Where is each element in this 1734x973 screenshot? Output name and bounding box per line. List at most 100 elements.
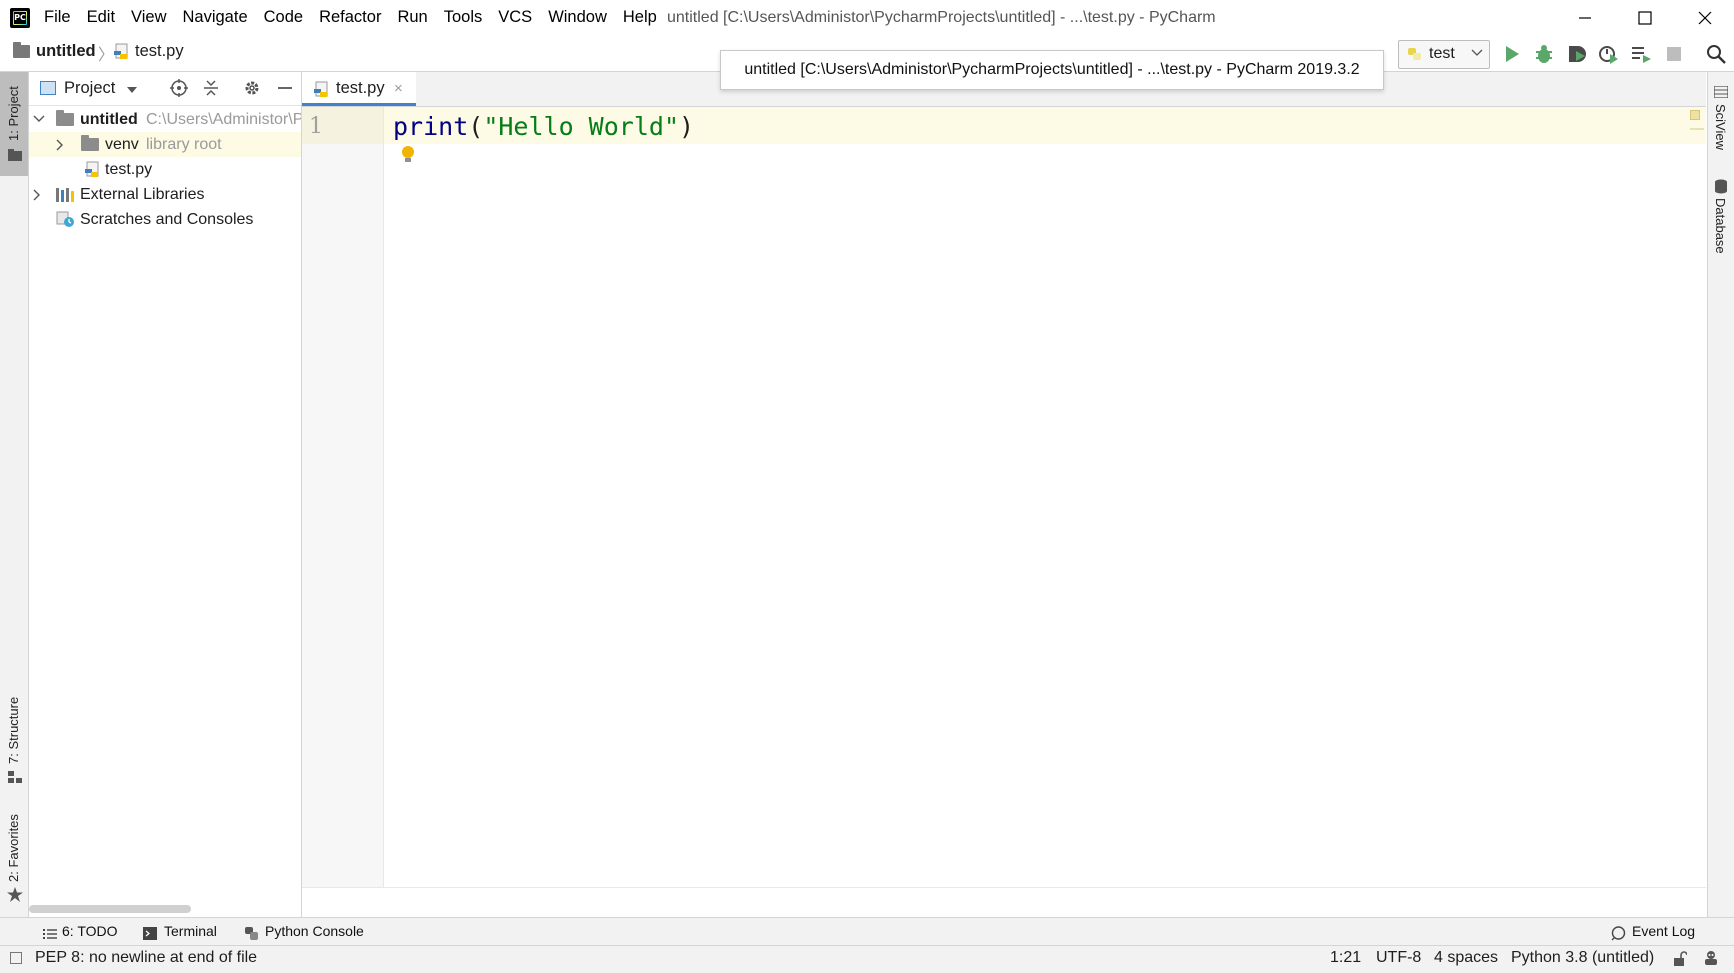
- inspection-warning-icon[interactable]: [1690, 110, 1700, 120]
- bottom-tool-window-bar: [0, 917, 1734, 946]
- python-file-icon: [85, 161, 99, 177]
- window-title-tooltip: untitled [C:\Users\Administor\PycharmPro…: [720, 50, 1384, 90]
- code-function-token: print: [393, 112, 469, 141]
- concurrency-diagram-icon[interactable]: [1630, 43, 1652, 65]
- project-view-icon: [40, 81, 56, 95]
- tree-item-external-libraries[interactable]: External Libraries: [29, 182, 301, 207]
- python-icon: [1408, 48, 1421, 60]
- menu-vcs[interactable]: VCS: [498, 8, 532, 27]
- title-bar: File Edit View Navigate Code Refactor Ru…: [0, 0, 1734, 35]
- breadcrumb-separator: 〉: [98, 47, 115, 64]
- python-file-icon: [314, 81, 328, 97]
- library-icon: [56, 188, 74, 202]
- menu-window[interactable]: Window: [548, 8, 607, 27]
- tree-item-hint: library root: [146, 136, 222, 153]
- tree-item-test-py[interactable]: test.py: [29, 157, 301, 182]
- chevron-down-icon[interactable]: [126, 86, 138, 94]
- database-tool-label[interactable]: Database: [1713, 198, 1728, 254]
- status-message[interactable]: PEP 8: no newline at end of file: [35, 949, 257, 967]
- search-everywhere-icon[interactable]: [1705, 43, 1727, 65]
- menu-navigate[interactable]: Navigate: [183, 8, 248, 27]
- tree-item-path: C:\Users\Administor\PycharmProjects\unti…: [146, 111, 301, 128]
- maximize-button[interactable]: [1616, 0, 1674, 35]
- collapse-all-icon[interactable]: [202, 79, 220, 97]
- menu-code[interactable]: Code: [264, 8, 303, 27]
- python-console-tool-button[interactable]: Python Console: [265, 923, 364, 939]
- tree-item-scratches[interactable]: Scratches and Consoles: [29, 207, 301, 232]
- star-icon: [7, 887, 23, 902]
- inspector-icon[interactable]: [1703, 950, 1719, 966]
- scratches-icon: [56, 211, 74, 227]
- close-window-button[interactable]: [1676, 0, 1734, 35]
- tree-item-label: venv: [105, 136, 139, 153]
- python-console-icon: [245, 927, 258, 940]
- folder-icon: [8, 149, 22, 161]
- python-interpreter[interactable]: Python 3.8 (untitled): [1511, 949, 1654, 967]
- breadcrumb-project[interactable]: untitled: [36, 42, 96, 61]
- run-with-coverage-icon[interactable]: [1565, 43, 1587, 65]
- chevron-right-icon[interactable]: [55, 139, 65, 151]
- tree-item-label: External Libraries: [80, 186, 205, 203]
- run-configuration-label: test: [1429, 45, 1455, 62]
- close-icon: [1698, 11, 1712, 24]
- editor-gutter: [302, 107, 384, 887]
- menu-help[interactable]: Help: [623, 8, 657, 27]
- menu-run[interactable]: Run: [397, 8, 427, 27]
- tree-item-label: Scratches and Consoles: [80, 211, 254, 228]
- tree-item-venv[interactable]: venv library root: [29, 132, 301, 157]
- chevron-right-icon[interactable]: [32, 189, 42, 201]
- code-string-token: "Hello World": [483, 112, 679, 141]
- project-view-selector[interactable]: Project: [64, 79, 115, 98]
- profile-icon[interactable]: [1597, 43, 1619, 65]
- project-horizontal-scrollbar[interactable]: [29, 905, 191, 913]
- hide-panel-icon[interactable]: [276, 79, 294, 97]
- debug-icon[interactable]: [1533, 43, 1555, 65]
- todo-list-icon: [43, 929, 57, 939]
- run-configuration-selector[interactable]: test: [1398, 40, 1490, 69]
- file-encoding[interactable]: UTF-8: [1376, 949, 1421, 967]
- tree-item-untitled[interactable]: untitled C:\Users\Administor\PycharmProj…: [29, 107, 301, 132]
- window-title: untitled [C:\Users\Administor\PycharmPro…: [667, 9, 1216, 26]
- minimize-icon: [1579, 16, 1591, 19]
- folder-icon: [81, 135, 99, 151]
- maximize-icon: [1638, 10, 1652, 25]
- indent-setting[interactable]: 4 spaces: [1434, 949, 1498, 967]
- event-log-tool-button[interactable]: Event Log: [1632, 923, 1695, 939]
- left-tool-window-strip: [0, 72, 29, 917]
- locate-file-icon[interactable]: [170, 79, 188, 97]
- favorites-tool-label[interactable]: 2: Favorites: [6, 814, 21, 882]
- gear-icon[interactable]: [243, 79, 261, 97]
- terminal-tool-button[interactable]: Terminal: [164, 923, 217, 939]
- caret-position[interactable]: 1:21: [1330, 949, 1361, 967]
- sciview-icon: [1714, 86, 1728, 98]
- close-tab-icon[interactable]: ×: [394, 80, 403, 97]
- toggle-tool-windows-icon[interactable]: [10, 952, 22, 964]
- unlock-icon[interactable]: [1673, 951, 1687, 967]
- menu-edit[interactable]: Edit: [87, 8, 115, 27]
- menu-tools[interactable]: Tools: [444, 8, 483, 27]
- editor-bottom-area: [302, 887, 1706, 918]
- chevron-down-icon[interactable]: [33, 114, 45, 124]
- menu-view[interactable]: View: [131, 8, 166, 27]
- code-line[interactable]: print("Hello World"): [393, 112, 694, 141]
- intention-bulb-icon[interactable]: [402, 146, 414, 162]
- editor-tab-label: test.py: [336, 79, 385, 97]
- database-icon: [1715, 179, 1727, 194]
- chevron-down-icon: [1471, 49, 1483, 56]
- breadcrumb-file[interactable]: test.py: [135, 42, 184, 61]
- menu-refactor[interactable]: Refactor: [319, 8, 381, 27]
- sciview-tool-label[interactable]: SciView: [1713, 104, 1728, 150]
- line-number: 1: [309, 114, 323, 139]
- tree-item-label: untitled: [80, 111, 138, 128]
- todo-tool-button[interactable]: 6: TODO: [62, 923, 118, 939]
- python-file-icon: [114, 43, 128, 59]
- menu-file[interactable]: File: [44, 8, 71, 27]
- stop-icon[interactable]: [1663, 43, 1685, 65]
- warning-stripe-mark[interactable]: [1690, 128, 1704, 130]
- tree-item-label: test.py: [105, 161, 153, 178]
- pycharm-logo-icon: [10, 8, 30, 28]
- project-tool-label[interactable]: 1: Project: [6, 86, 21, 141]
- minimize-button[interactable]: [1556, 0, 1614, 35]
- structure-tool-label[interactable]: 7: Structure: [6, 697, 21, 764]
- run-icon[interactable]: [1501, 43, 1523, 65]
